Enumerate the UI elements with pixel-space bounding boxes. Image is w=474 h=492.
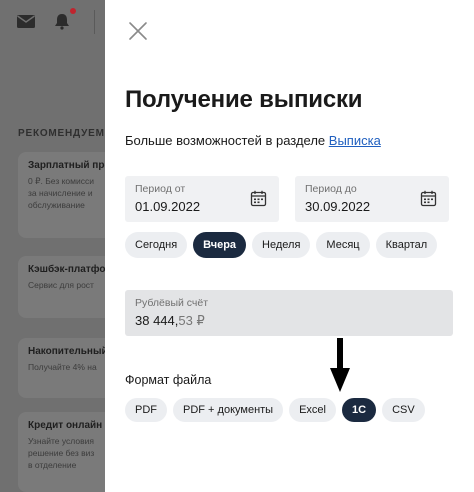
chip-pdf[interactable]: PDF bbox=[125, 398, 167, 422]
card-text: в отделение bbox=[28, 460, 77, 470]
chip-yesterday[interactable]: Вчера bbox=[193, 232, 247, 258]
account-label: Рублёвый счёт bbox=[135, 297, 209, 309]
date-from-label: Период от bbox=[135, 183, 186, 195]
statement-modal: Получение выписки Больше возможностей в … bbox=[105, 0, 474, 492]
chip-quarter[interactable]: Квартал bbox=[375, 232, 438, 258]
card-title: Кредит онлайн bbox=[28, 420, 103, 431]
divider bbox=[94, 10, 95, 34]
subtitle-text: Больше возможностей в разделе bbox=[125, 133, 329, 148]
calendar-icon[interactable] bbox=[420, 190, 437, 207]
date-from-value: 01.09.2022 bbox=[135, 199, 201, 214]
balance-cents: 53 ₽ bbox=[178, 313, 205, 328]
notification-dot bbox=[70, 8, 76, 14]
arrow-down-icon bbox=[330, 338, 350, 392]
calendar-icon[interactable] bbox=[250, 190, 267, 207]
background-card: Накопительный Получайте 4% на bbox=[18, 338, 113, 398]
card-text: Сервис для рост bbox=[28, 280, 94, 290]
close-icon[interactable] bbox=[127, 20, 149, 42]
background-topbar bbox=[0, 0, 105, 44]
chip-csv[interactable]: CSV bbox=[382, 398, 425, 422]
recommend-heading: РЕКОМЕНДУЕМ bbox=[18, 128, 105, 139]
date-to-value: 30.09.2022 bbox=[305, 199, 371, 214]
background-card: Кэшбэк-платфо Сервис для рост bbox=[18, 256, 113, 318]
chip-today[interactable]: Сегодня bbox=[125, 232, 188, 258]
chip-month[interactable]: Месяц bbox=[316, 232, 370, 258]
file-format-label: Формат файла bbox=[125, 373, 212, 387]
card-text: обслуживание bbox=[28, 200, 85, 210]
date-from-field[interactable]: Период от 01.09.2022 bbox=[125, 176, 279, 222]
chip-excel[interactable]: Excel bbox=[289, 398, 336, 422]
card-text: решение без виз bbox=[28, 448, 95, 458]
bell-icon bbox=[55, 14, 69, 30]
card-text: за начисление и bbox=[28, 188, 93, 198]
period-chips: Сегодня Вчера Неделя Месяц Квартал bbox=[125, 232, 438, 258]
format-chips: PDF PDF + документы Excel 1С CSV bbox=[125, 398, 425, 422]
background-card: Зарплатный про 0 ₽. Без комисси за начис… bbox=[18, 152, 113, 238]
mail-icon bbox=[17, 15, 35, 28]
modal-subtitle: Больше возможностей в разделе Выписка bbox=[125, 133, 381, 148]
card-text: 0 ₽. Без комисси bbox=[28, 176, 94, 186]
statement-link[interactable]: Выписка bbox=[329, 133, 381, 148]
card-text: Получайте 4% на bbox=[28, 362, 97, 372]
account-field[interactable]: Рублёвый счёт 38 444,53 ₽ bbox=[125, 290, 453, 336]
chip-pdf-documents[interactable]: PDF + документы bbox=[173, 398, 284, 422]
chip-week[interactable]: Неделя bbox=[252, 232, 311, 258]
date-to-field[interactable]: Период до 30.09.2022 bbox=[295, 176, 449, 222]
card-title: Накопительный bbox=[28, 346, 108, 357]
modal-title: Получение выписки bbox=[125, 86, 363, 113]
account-balance: 38 444,53 ₽ bbox=[135, 313, 443, 329]
card-text: Узнайте условия bbox=[28, 436, 94, 446]
card-title: Кэшбэк-платфо bbox=[28, 264, 106, 275]
chip-1c[interactable]: 1С bbox=[342, 398, 377, 422]
balance-main: 38 444, bbox=[135, 313, 179, 328]
background-card: Кредит онлайн Узнайте условия решение бе… bbox=[18, 412, 113, 492]
card-title: Зарплатный про bbox=[28, 160, 111, 171]
date-to-label: Период до bbox=[305, 183, 357, 195]
